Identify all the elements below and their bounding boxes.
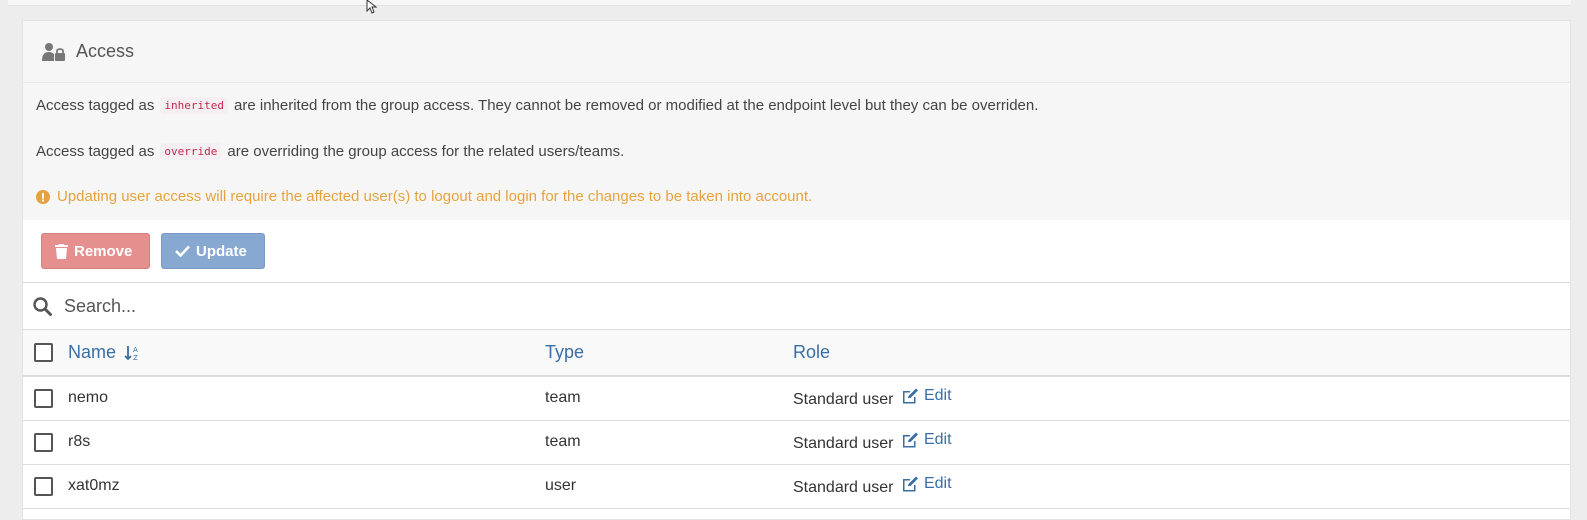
check-icon (175, 245, 190, 257)
edit-link-label: Edit (923, 387, 952, 405)
role-column-header[interactable]: Role (793, 330, 1570, 376)
override-info: Access tagged as override are overriding… (36, 143, 624, 160)
inherited-info: Access tagged as inherited are inherited… (36, 97, 1038, 114)
inherited-tag: inherited (160, 97, 229, 114)
row-checkbox[interactable] (34, 432, 53, 452)
role-header-label: Role (793, 342, 831, 362)
row-name: nemo (68, 389, 109, 407)
row-role-cell: Standard user Edit (793, 376, 1570, 420)
row-role: Standard user (793, 435, 894, 452)
row-role-cell: Standard user Edit (793, 464, 1570, 508)
name-column-header[interactable]: Name A Z (68, 330, 545, 376)
edit-icon (902, 476, 918, 492)
row-role-cell: Standard user Edit (793, 420, 1570, 464)
info-text: are inherited from the group access. The… (234, 97, 1039, 114)
row-role: Standard user (793, 391, 894, 409)
edit-link-label: Edit (923, 475, 952, 492)
warning-message: Updating user access will require the af… (36, 188, 812, 205)
trash-icon (55, 243, 68, 259)
svg-text:A: A (133, 346, 138, 354)
top-panel (8, 0, 1571, 6)
row-name: xat0mz (68, 477, 120, 494)
edit-role-link[interactable]: Edit (902, 387, 952, 405)
search-icon (33, 296, 52, 316)
name-header-label: Name (68, 342, 117, 362)
table-header-row: Name A Z Type Role (23, 330, 1570, 376)
search-input[interactable] (64, 295, 664, 317)
edit-role-link[interactable]: Edit (902, 431, 952, 449)
table-row: nemo team Standard user Edit (23, 376, 1570, 420)
user-lock-icon (42, 42, 65, 61)
row-type: team (545, 389, 581, 407)
type-header-label: Type (545, 342, 585, 362)
override-tag: override (160, 143, 222, 160)
row-checkbox[interactable] (34, 476, 53, 496)
exclamation-circle-icon (36, 189, 50, 204)
edit-icon (902, 388, 918, 404)
update-button-label: Update (196, 242, 247, 260)
warning-text: Updating user access will require the af… (57, 188, 813, 205)
update-button[interactable]: Update (161, 233, 265, 269)
row-type: team (545, 433, 581, 450)
widget-header: Access (23, 21, 1570, 83)
remove-button-label: Remove (74, 242, 133, 260)
remove-button[interactable]: Remove (41, 233, 150, 269)
table-row: xat0mz user Standard user Edit (23, 464, 1570, 508)
edit-link-label: Edit (923, 431, 952, 448)
svg-text:Z: Z (133, 354, 138, 361)
info-text: are overriding the group access for the … (227, 143, 625, 160)
widget-title: Access (76, 41, 135, 61)
row-type: user (545, 477, 577, 494)
edit-icon (902, 432, 918, 448)
search-bar (23, 282, 1570, 330)
type-column-header[interactable]: Type (545, 330, 793, 376)
info-text: Access tagged as (36, 97, 155, 114)
row-role: Standard user (793, 479, 894, 496)
access-table: Name A Z Type Role nemo team Standard us… (23, 330, 1570, 509)
access-widget: Access Access tagged as inherited are in… (22, 20, 1571, 520)
edit-role-link[interactable]: Edit (902, 475, 952, 493)
info-text: Access tagged as (36, 143, 155, 160)
action-bar: Remove Update (23, 220, 1570, 282)
row-name: r8s (68, 433, 91, 450)
mouse-cursor-icon (366, 0, 378, 14)
sort-alpha-icon: A Z (124, 346, 138, 361)
info-section: Access tagged as inherited are inherited… (23, 83, 1570, 220)
table-row: r8s team Standard user Edit (23, 420, 1570, 464)
row-checkbox[interactable] (34, 388, 53, 408)
select-all-checkbox[interactable] (34, 343, 53, 362)
